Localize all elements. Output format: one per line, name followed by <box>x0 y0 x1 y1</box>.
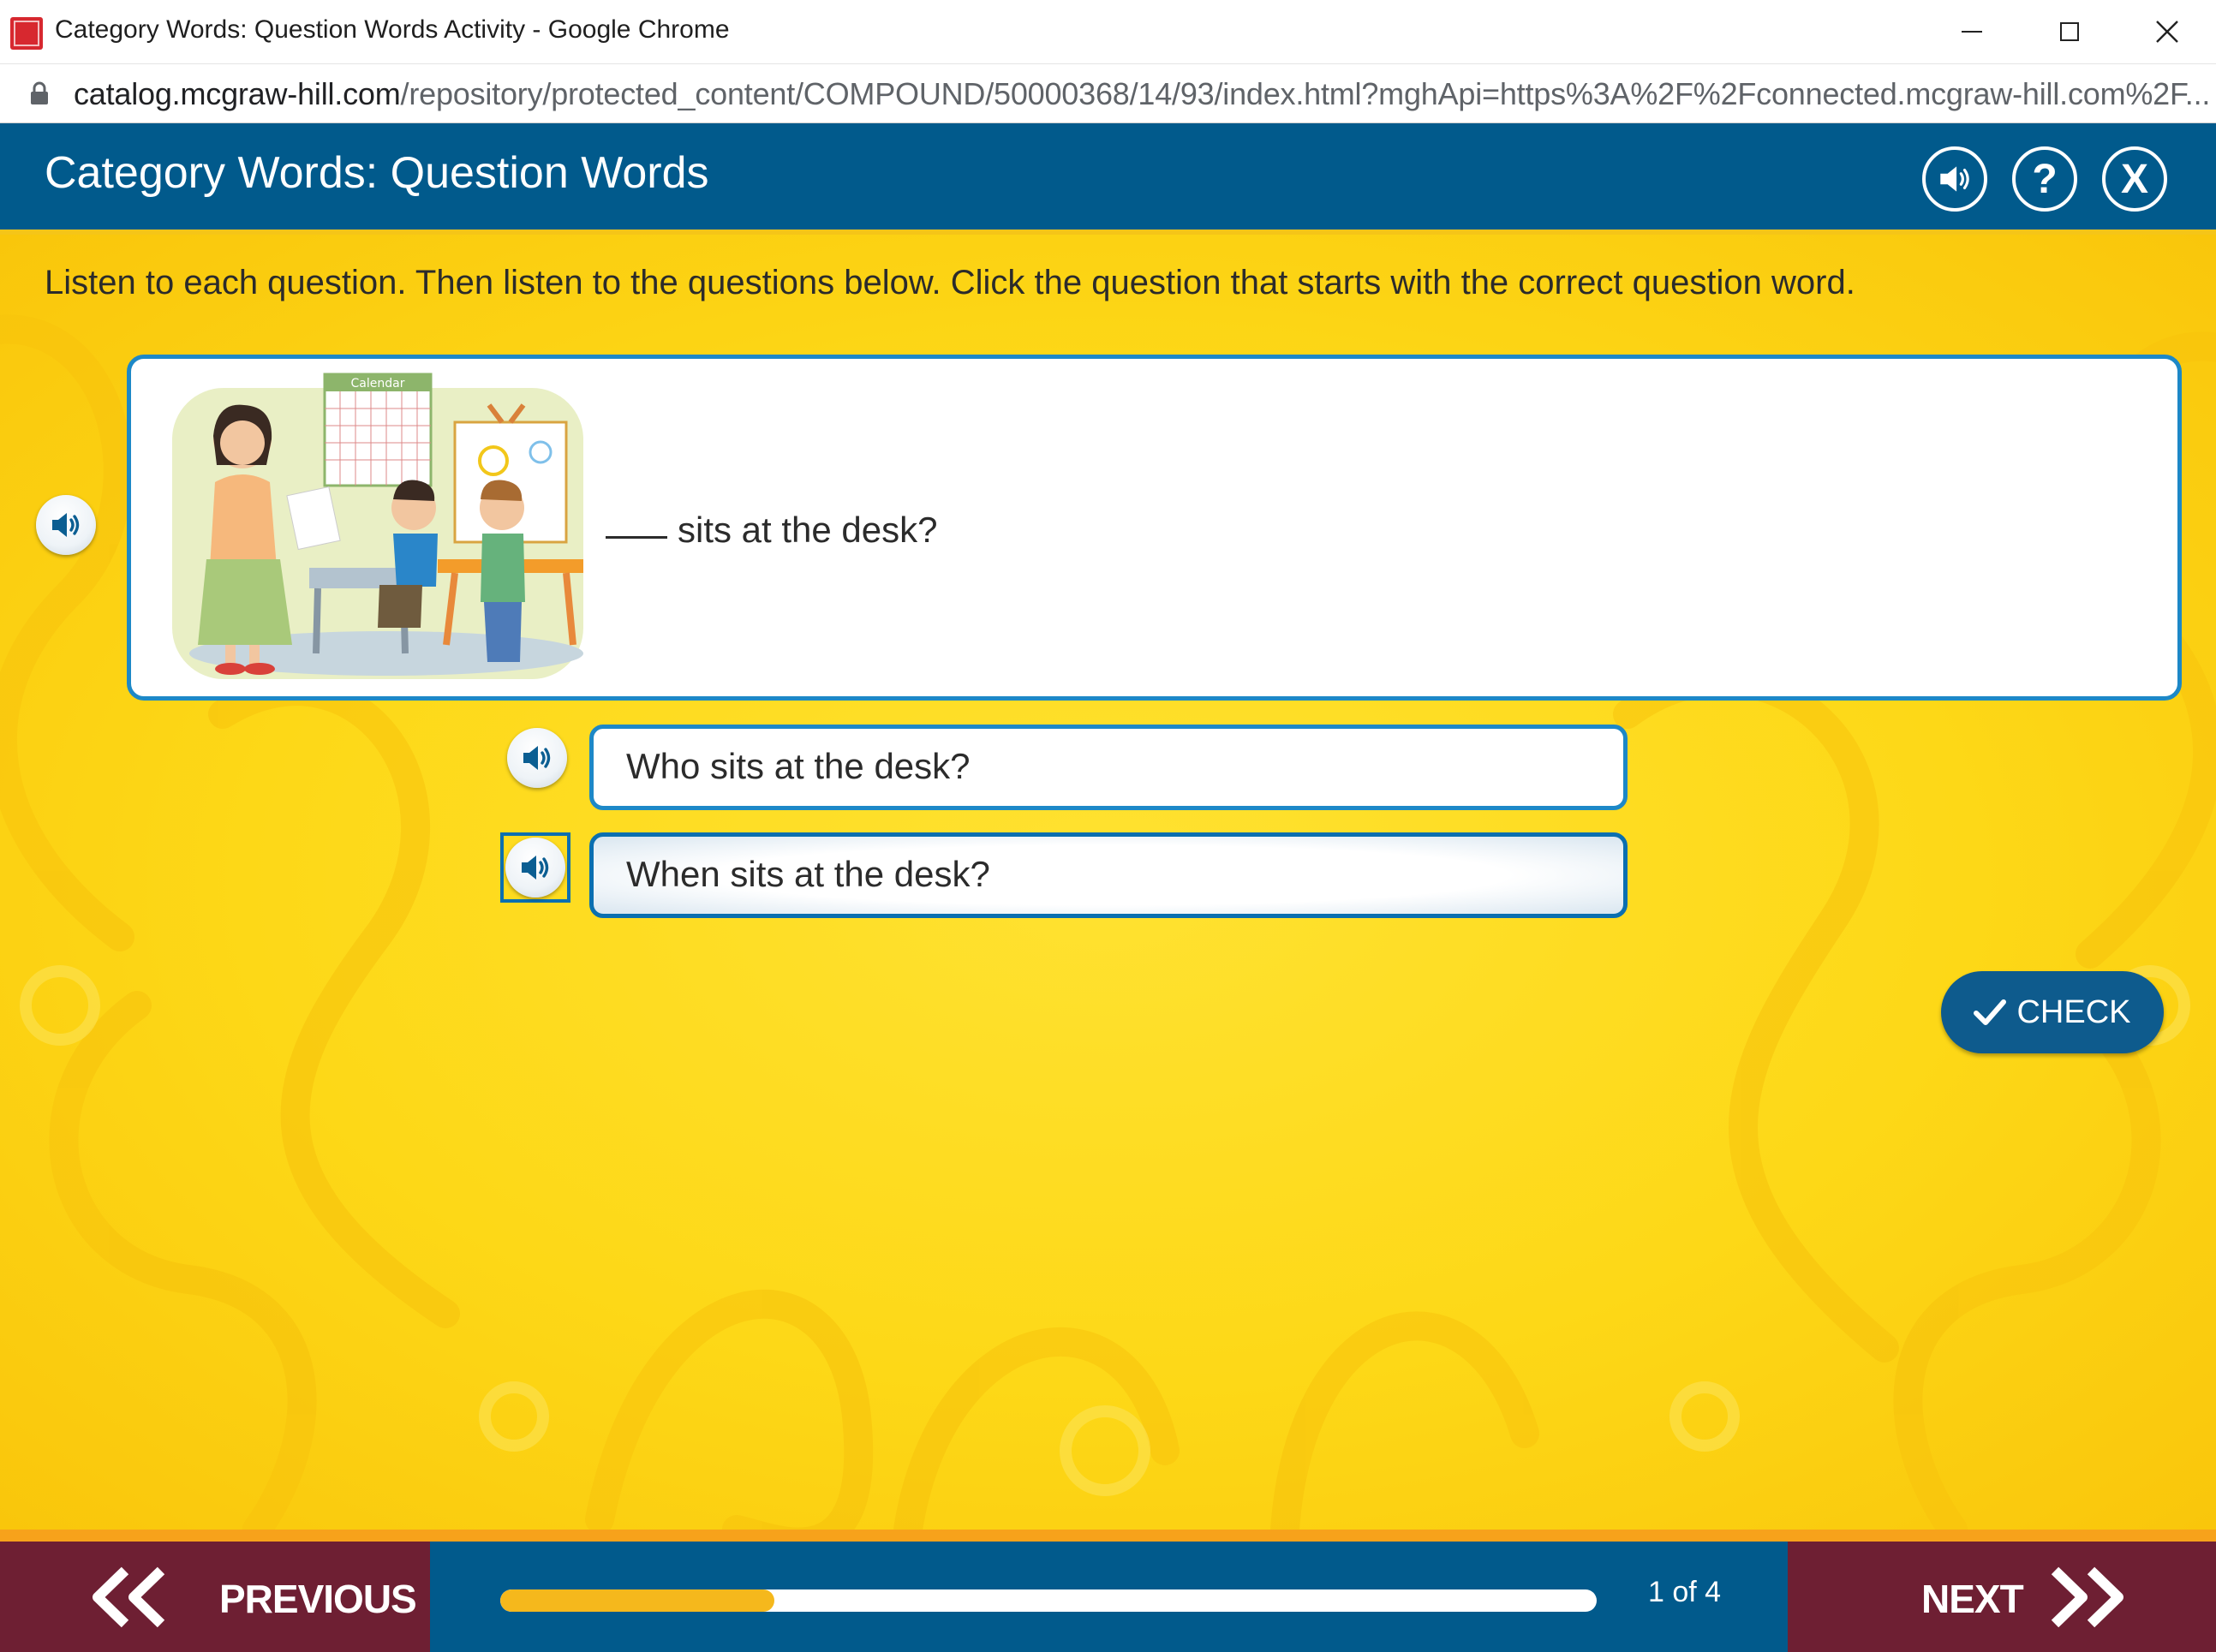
window-close-button[interactable] <box>2117 0 2216 63</box>
maximize-button[interactable] <box>2020 0 2118 63</box>
progress-text: 1 of 4 <box>1648 1576 1722 1608</box>
url-path: /repository/protected_content/COMPOUND/5… <box>400 76 2211 111</box>
lock-icon <box>31 81 48 104</box>
prompt-question-text: sits at the desk? <box>678 510 938 550</box>
prompt-question: sits at the desk? <box>606 510 938 551</box>
browser-titlebar: Category Words: Question Words Activity … <box>0 0 2216 64</box>
address-bar[interactable]: catalog.mcgraw-hill.com/repository/prote… <box>0 64 2216 123</box>
prompt-audio-button[interactable] <box>36 495 96 555</box>
instructions-text: Listen to each question. Then listen to … <box>45 264 1855 301</box>
previous-button[interactable]: PREVIOUS <box>0 1542 430 1652</box>
answer-option-who[interactable]: Who sits at the desk? <box>589 725 1628 810</box>
maximize-icon <box>2059 22 2079 41</box>
close-icon: X <box>2120 156 2148 202</box>
speaker-icon <box>52 513 80 537</box>
speaker-icon <box>1940 166 1969 192</box>
page-title: Category Words: Question Words <box>45 148 709 198</box>
header-audio-button[interactable] <box>1922 146 1987 212</box>
check-label: CHECK <box>2016 993 2131 1030</box>
double-chevron-left-icon <box>93 1566 165 1628</box>
mcgraw-hill-logo-icon <box>10 17 43 50</box>
next-label: NEXT <box>1921 1577 2024 1621</box>
answer-option-when[interactable]: When sits at the desk? <box>589 832 1628 918</box>
close-activity-button[interactable]: X <box>2102 146 2167 212</box>
close-icon <box>2155 21 2178 43</box>
answer-1-audio-button[interactable] <box>507 728 567 788</box>
calendar-label: Calendar <box>351 377 405 391</box>
answer-2-audio-button[interactable] <box>505 838 565 898</box>
activity-stage: Listen to each question. Then listen to … <box>0 235 2216 1530</box>
next-button[interactable]: NEXT <box>1788 1542 2216 1652</box>
progress-bar <box>500 1589 1597 1612</box>
check-button[interactable]: CHECK <box>1941 971 2164 1053</box>
speaker-icon <box>523 746 551 770</box>
prompt-card: Calendar sits at the desk? <box>127 355 2182 701</box>
progress-bar-fill <box>500 1589 774 1612</box>
minimize-icon <box>1961 31 1982 33</box>
help-icon: ? <box>2032 156 2058 202</box>
url-text[interactable]: catalog.mcgraw-hill.com/repository/prote… <box>74 76 2210 112</box>
previous-label: PREVIOUS <box>219 1577 417 1621</box>
double-chevron-right-icon <box>2051 1566 2123 1628</box>
answer-blank <box>606 536 667 539</box>
speaker-icon <box>522 856 549 880</box>
activity-header: Category Words: Question Words ? X <box>0 123 2216 235</box>
help-button[interactable]: ? <box>2012 146 2077 212</box>
checkmark-icon <box>1974 999 2007 1025</box>
classroom-illustration: Calendar <box>172 373 583 679</box>
url-domain: catalog.mcgraw-hill.com <box>74 76 401 111</box>
minimize-button[interactable] <box>1922 0 2021 63</box>
window-title: Category Words: Question Words Activity … <box>55 15 730 44</box>
